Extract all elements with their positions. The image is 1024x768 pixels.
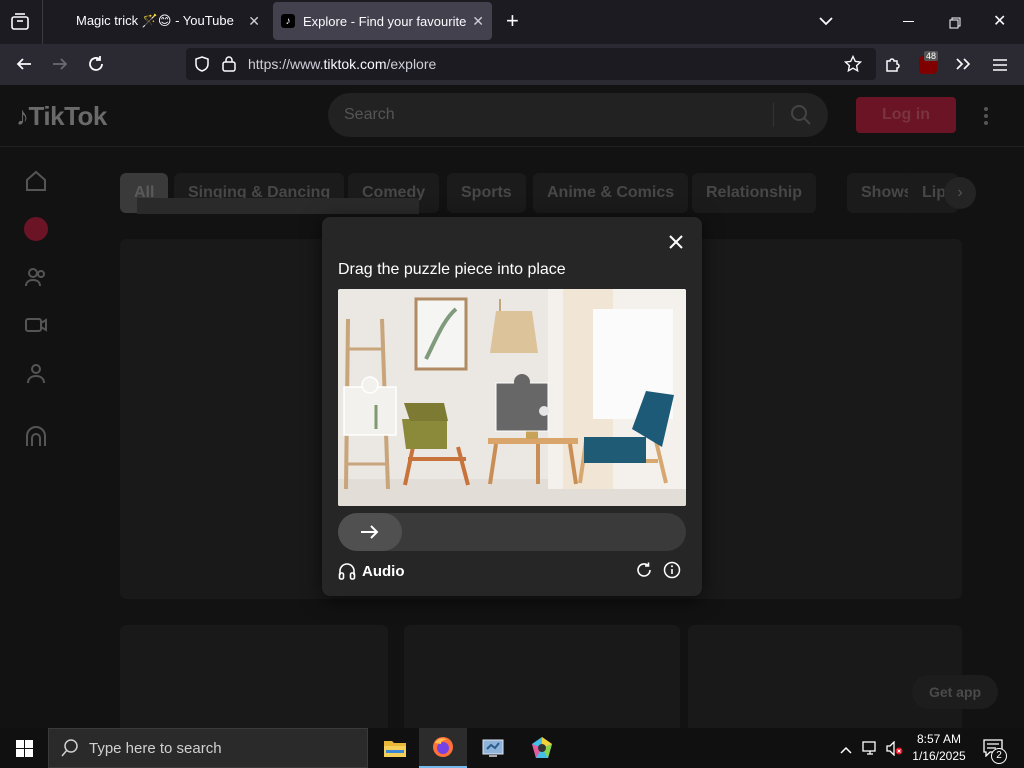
tiktok-search-input[interactable]: Search bbox=[328, 93, 828, 137]
url-bar[interactable]: https://www.tiktok.com/explore bbox=[186, 48, 876, 80]
captcha-puzzle-image bbox=[338, 289, 686, 506]
minimize-icon[interactable] bbox=[903, 21, 914, 22]
tiktok-header: ♪TikTok Search Log in bbox=[0, 85, 1024, 147]
captcha-slider-track[interactable] bbox=[338, 513, 686, 551]
sidebar-home-icon[interactable] bbox=[24, 169, 48, 198]
sidebar-profile-icon[interactable] bbox=[24, 361, 48, 390]
restore-icon[interactable] bbox=[949, 16, 961, 34]
firefox-icon[interactable] bbox=[419, 728, 467, 768]
bookmark-star-icon[interactable] bbox=[843, 54, 863, 78]
tab-overview-icon[interactable] bbox=[10, 12, 30, 37]
get-app-button[interactable]: Get app bbox=[912, 675, 998, 709]
close-icon[interactable]: ✕ bbox=[472, 13, 484, 30]
tiktok-logo[interactable]: ♪TikTok bbox=[16, 101, 107, 132]
extension-badge: 48 bbox=[924, 51, 939, 61]
volume-muted-icon[interactable] bbox=[886, 740, 904, 761]
colorful-app-icon[interactable] bbox=[518, 728, 566, 768]
notification-count-badge: 2 bbox=[991, 748, 1007, 764]
video-card bbox=[120, 625, 388, 728]
refresh-icon[interactable] bbox=[635, 561, 653, 584]
chip-relationship[interactable]: Relationship bbox=[692, 173, 817, 213]
sidebar-explore-icon[interactable] bbox=[24, 217, 48, 241]
sidebar-live-icon[interactable] bbox=[24, 313, 48, 342]
login-button[interactable]: Log in bbox=[856, 97, 956, 133]
audio-button[interactable]: Audio bbox=[338, 561, 405, 581]
back-arrow-icon[interactable] bbox=[15, 55, 33, 76]
tab-title: Magic trick 🪄😊 - YouTube bbox=[76, 13, 234, 28]
divider bbox=[773, 103, 774, 127]
captcha-modal: Drag the puzzle piece into place Audio bbox=[322, 217, 702, 596]
video-card bbox=[404, 625, 680, 728]
file-explorer-icon[interactable] bbox=[371, 728, 419, 768]
chip-sports[interactable]: Sports bbox=[447, 173, 526, 213]
headphones-icon bbox=[338, 563, 356, 580]
captcha-title: Drag the puzzle piece into place bbox=[338, 261, 566, 278]
overflow-chevrons-icon[interactable] bbox=[955, 55, 971, 76]
divider bbox=[42, 0, 43, 44]
forward-arrow-icon[interactable] bbox=[51, 55, 69, 76]
clock-date: 1/16/2025 bbox=[912, 749, 966, 763]
tiktok-note-icon: ♪ bbox=[16, 101, 29, 131]
search-icon[interactable] bbox=[790, 104, 812, 131]
sidebar-following-icon[interactable] bbox=[24, 265, 48, 294]
tracking-protection-shield-icon[interactable] bbox=[194, 56, 210, 77]
search-icon bbox=[61, 739, 79, 762]
taskbar-clock[interactable]: 8:57 AM 1/16/2025 bbox=[906, 731, 972, 765]
tab-title: Explore - Find your favourite vid bbox=[303, 13, 468, 29]
clock-time: 8:57 AM bbox=[916, 732, 962, 746]
new-tab-plus-icon[interactable]: + bbox=[506, 10, 519, 32]
tab-youtube[interactable]: Magic trick 🪄😊 - YouTube ✕ bbox=[64, 2, 268, 40]
browser-tab-bar: Magic trick 🪄😊 - YouTube ✕ ♪ Explore - F… bbox=[0, 0, 1024, 44]
windows-start-icon[interactable] bbox=[16, 740, 33, 762]
lock-icon[interactable] bbox=[222, 55, 236, 77]
slider-handle-arrow-right-icon[interactable] bbox=[338, 513, 402, 551]
room-scene-image bbox=[338, 289, 686, 506]
chip-anime-comics[interactable]: Anime & Comics bbox=[533, 173, 689, 213]
control-panel-icon[interactable] bbox=[469, 728, 517, 768]
audio-label: Audio bbox=[362, 562, 405, 580]
chips-next-chevron-icon[interactable]: › bbox=[944, 177, 976, 209]
reload-icon[interactable] bbox=[87, 55, 105, 76]
more-options-icon[interactable] bbox=[984, 107, 988, 130]
network-icon[interactable] bbox=[862, 741, 880, 761]
loading-bar bbox=[137, 198, 419, 214]
window-close-icon[interactable]: ✕ bbox=[993, 13, 1006, 31]
windows-taskbar: Type here to search 8:57 AM 1/16/2025 2 bbox=[0, 728, 1024, 768]
info-icon[interactable] bbox=[663, 561, 681, 584]
list-all-tabs-chevron-down-icon[interactable] bbox=[818, 14, 834, 32]
tiktok-favicon-icon: ♪ bbox=[281, 14, 295, 28]
chevron-up-icon[interactable] bbox=[840, 742, 852, 760]
sidebar-more-icon[interactable] bbox=[24, 425, 48, 454]
taskbar-search-input[interactable]: Type here to search bbox=[48, 728, 368, 768]
close-icon[interactable] bbox=[666, 233, 686, 253]
tab-tiktok-explore[interactable]: ♪ Explore - Find your favourite vid ✕ bbox=[273, 2, 492, 40]
close-icon[interactable]: ✕ bbox=[248, 13, 260, 30]
url-text[interactable]: https://www.tiktok.com/explore bbox=[248, 56, 436, 72]
browser-nav-bar: https://www.tiktok.com/explore 48 bbox=[0, 44, 1024, 85]
hamburger-menu-icon[interactable] bbox=[992, 58, 1008, 77]
extensions-puzzle-icon[interactable] bbox=[884, 55, 902, 78]
